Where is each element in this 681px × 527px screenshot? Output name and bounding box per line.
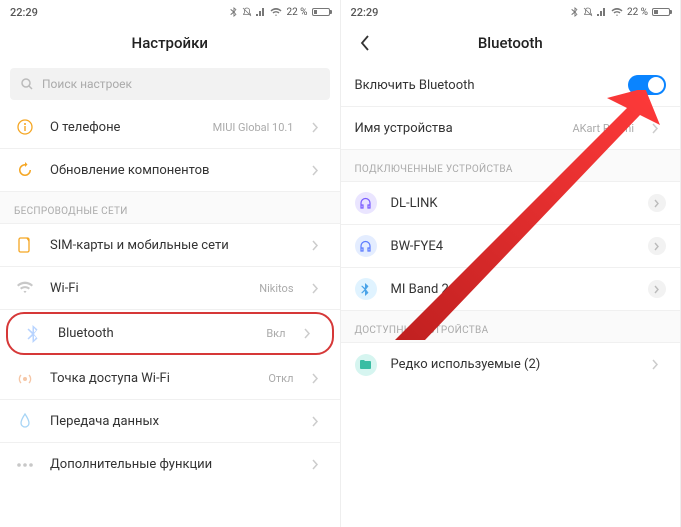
headphones-icon <box>355 192 377 214</box>
status-icons: 22 % <box>571 7 670 18</box>
chevron-right-icon <box>304 328 318 339</box>
section-connected: ПОДКЛЮЧЕННЫЕ УСТРОЙСТВА <box>341 150 681 182</box>
chevron-right-icon <box>648 194 666 212</box>
chevron-right-icon <box>312 165 326 176</box>
row-value: Откл <box>268 372 293 385</box>
bluetooth-device-icon <box>355 278 377 300</box>
chevron-right-icon <box>312 240 326 251</box>
more-icon <box>14 462 36 468</box>
hotspot-icon <box>14 370 36 386</box>
data-icon <box>14 412 36 430</box>
row-additional[interactable]: Дополнительные функции <box>0 443 340 486</box>
row-device-dllink[interactable]: DL-LINK <box>341 182 681 225</box>
signal-icon <box>256 8 266 17</box>
row-label: Дополнительные функции <box>50 457 298 472</box>
info-icon <box>14 118 36 136</box>
bluetooth-toggle[interactable] <box>628 75 666 95</box>
page-title: Bluetooth <box>478 34 543 52</box>
folder-icon <box>355 354 377 376</box>
signal-icon <box>597 8 607 17</box>
status-bar: 22:29 22 % <box>341 0 681 22</box>
row-label: Включить Bluetooth <box>355 78 615 93</box>
chevron-right-icon <box>312 416 326 427</box>
row-label: Передача данных <box>50 414 298 429</box>
silent-icon <box>242 7 252 17</box>
status-bar: 22:29 22 % <box>0 0 340 22</box>
search-input[interactable]: Поиск настроек <box>10 68 330 100</box>
settings-panel: 22:29 22 % Настройки Поиск настроек О те… <box>0 0 341 527</box>
row-label: DL-LINK <box>391 196 635 211</box>
chevron-left-icon <box>360 35 370 51</box>
row-label: Wi-Fi <box>50 281 245 296</box>
row-label: Редко используемые (2) <box>391 357 639 372</box>
row-label: Обновление компонентов <box>50 163 298 178</box>
silent-icon <box>583 7 593 17</box>
row-device-name[interactable]: Имя устройства AKart Redmi <box>341 107 681 150</box>
search-icon <box>20 77 34 91</box>
update-icon <box>14 161 36 179</box>
row-label: MI Band 2 <box>391 282 635 297</box>
chevron-right-icon <box>648 280 666 298</box>
page-title: Настройки <box>132 34 208 52</box>
page-header: Bluetooth <box>341 22 681 64</box>
bluetooth-icon <box>571 7 579 17</box>
status-time: 22:29 <box>10 6 38 19</box>
row-label: Bluetooth <box>58 326 252 341</box>
row-about-phone[interactable]: О телефоне MIUI Global 10.1 <box>0 106 340 149</box>
bluetooth-icon <box>22 325 44 343</box>
row-label: BW-FYE4 <box>391 239 635 254</box>
battery-pct: 22 % <box>286 7 307 18</box>
row-value: Вкл <box>266 327 285 340</box>
battery-pct: 22 % <box>627 7 648 18</box>
chevron-right-icon <box>312 459 326 470</box>
row-rarely-used[interactable]: Редко используемые (2) <box>341 343 681 386</box>
search-placeholder: Поиск настроек <box>42 77 132 91</box>
chevron-right-icon <box>652 123 666 134</box>
row-label: Имя устройства <box>355 121 559 136</box>
row-enable-bluetooth[interactable]: Включить Bluetooth <box>341 64 681 107</box>
bluetooth-icon <box>230 7 238 17</box>
row-value: MIUI Global 10.1 <box>213 121 294 134</box>
chevron-right-icon <box>648 237 666 255</box>
row-device-miband2[interactable]: MI Band 2 <box>341 268 681 311</box>
wifi-icon <box>611 8 623 17</box>
back-button[interactable] <box>353 31 377 55</box>
highlighted-row: Bluetooth Вкл <box>6 312 334 355</box>
section-available: ДОСТУПНЫЕ УСТРОЙСТВА <box>341 311 681 343</box>
sim-icon <box>14 236 36 254</box>
row-label: О телефоне <box>50 120 199 135</box>
row-wifi[interactable]: Wi-Fi Nikitos <box>0 267 340 310</box>
row-hotspot[interactable]: Точка доступа Wi-Fi Откл <box>0 357 340 400</box>
row-bluetooth[interactable]: Bluetooth Вкл <box>6 312 334 355</box>
row-device-bwfye4[interactable]: BW-FYE4 <box>341 225 681 268</box>
row-value: Nikitos <box>259 282 293 295</box>
chevron-right-icon <box>312 373 326 384</box>
section-wireless: БЕСПРОВОДНЫЕ СЕТИ <box>0 192 340 224</box>
status-icons: 22 % <box>230 7 329 18</box>
row-label: Точка доступа Wi-Fi <box>50 371 254 386</box>
row-value: AKart Redmi <box>572 122 634 135</box>
bluetooth-panel: 22:29 22 % Bluetooth Включить Bluetooth … <box>341 0 681 527</box>
row-label: SIM-карты и мобильные сети <box>50 238 298 253</box>
row-sim[interactable]: SIM-карты и мобильные сети <box>0 224 340 267</box>
page-header: Настройки <box>0 22 340 64</box>
chevron-right-icon <box>312 122 326 133</box>
status-time: 22:29 <box>351 6 379 19</box>
chevron-right-icon <box>312 283 326 294</box>
wifi-icon <box>270 8 282 17</box>
battery-icon <box>652 8 670 16</box>
wifi-icon <box>14 281 36 295</box>
battery-icon <box>312 8 330 16</box>
headphones-icon <box>355 235 377 257</box>
row-data-usage[interactable]: Передача данных <box>0 400 340 443</box>
row-component-update[interactable]: Обновление компонентов <box>0 149 340 192</box>
chevron-right-icon <box>652 359 666 370</box>
